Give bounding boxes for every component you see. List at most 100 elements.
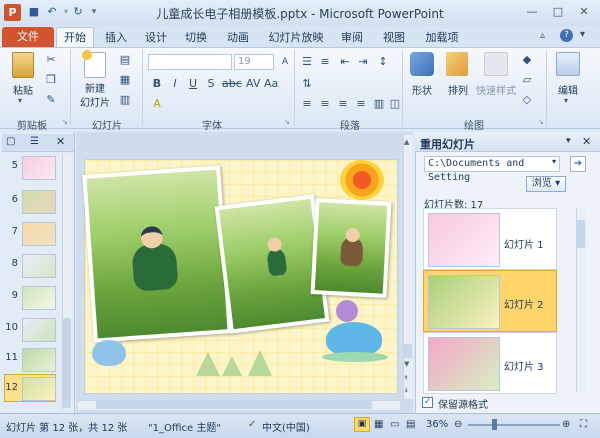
minimize-button[interactable]: —	[520, 3, 544, 21]
columns-icon[interactable]: ▥	[372, 98, 386, 110]
slideshow-view-icon[interactable]: ▤	[406, 419, 415, 430]
editing-dropdown-icon[interactable]: ▾	[564, 96, 568, 105]
fit-to-window-icon[interactable]: ⛶	[580, 419, 587, 430]
char-spacing-icon[interactable]: AV	[246, 78, 260, 90]
reuse-scroll-thumb[interactable]	[577, 220, 585, 248]
slide-thumbnail[interactable]	[22, 318, 56, 342]
paste-button[interactable]: 粘贴	[6, 82, 40, 97]
thumbs-scroll-thumb[interactable]	[63, 318, 71, 408]
paste-dropdown-icon[interactable]: ▾	[18, 96, 22, 105]
tab-home[interactable]: 开始	[56, 27, 94, 47]
format-painter-icon[interactable]: ✎	[44, 94, 58, 106]
zoom-slider[interactable]	[468, 424, 560, 426]
normal-view-icon[interactable]: ▣	[354, 417, 370, 432]
slide-thumbnail[interactable]	[22, 190, 56, 214]
slides-tab-icon[interactable]: ▢	[6, 136, 15, 147]
strikethrough-icon[interactable]: abc	[222, 78, 242, 90]
outline-tab-icon[interactable]: ☰	[30, 136, 39, 147]
text-direction-icon[interactable]: ⇅	[300, 78, 314, 90]
reading-view-icon[interactable]: ▭	[390, 419, 399, 430]
shape-fill-icon[interactable]: ◆	[520, 54, 534, 66]
arrange-icon[interactable]	[446, 52, 468, 76]
shapes-button[interactable]: 形状	[406, 82, 438, 97]
justify-icon[interactable]: ≡	[354, 98, 368, 110]
slide-thumbnail[interactable]	[22, 286, 56, 310]
shape-effects-icon[interactable]: ◇	[520, 94, 534, 106]
tab-slideshow[interactable]: 幻灯片放映	[266, 28, 326, 47]
bullets-icon[interactable]: ☰	[300, 56, 314, 68]
align-right-icon[interactable]: ≡	[336, 98, 350, 110]
copy-icon[interactable]: ❐	[44, 74, 58, 86]
font-launcher-icon[interactable]: ↘	[284, 118, 290, 126]
photo-frame-1[interactable]	[82, 165, 232, 343]
section-icon[interactable]: ▥	[118, 94, 132, 106]
help-icon[interactable]: ?	[560, 29, 573, 42]
zoom-level[interactable]: 36%	[426, 419, 448, 430]
shadow-icon[interactable]: S	[204, 78, 218, 90]
align-center-icon[interactable]: ≡	[318, 98, 332, 110]
spellcheck-icon[interactable]: ✓	[248, 419, 256, 430]
numbering-icon[interactable]: ≡	[318, 56, 332, 68]
layout-icon[interactable]: ▤	[118, 54, 132, 66]
minimize-ribbon-icon[interactable]: ▵	[540, 30, 545, 41]
cut-icon[interactable]: ✂	[44, 54, 58, 66]
shape-outline-icon[interactable]: ▱	[520, 74, 534, 86]
smartart-icon[interactable]: ◫	[388, 98, 402, 110]
source-path-combo[interactable]: C:\Documents and Setting	[424, 156, 560, 183]
grow-font-icon[interactable]: A	[278, 56, 292, 68]
tab-design[interactable]: 设计	[140, 28, 172, 47]
browse-button[interactable]: 浏览 ▾	[526, 176, 566, 192]
slide-scroll-thumb[interactable]	[404, 344, 412, 358]
quick-styles-button[interactable]: 快速样式	[474, 82, 518, 97]
font-size-combo[interactable]: 19	[234, 54, 274, 70]
previous-slide-icon[interactable]: ⯭	[404, 374, 408, 383]
font-color-icon[interactable]: A	[150, 98, 164, 110]
tab-insert[interactable]: 插入	[100, 28, 132, 47]
underline-icon[interactable]: U	[186, 78, 200, 90]
slide-h-scroll-thumb[interactable]	[96, 401, 372, 409]
drawing-launcher-icon[interactable]: ↘	[538, 118, 544, 126]
pane-options-icon[interactable]: ▾	[566, 136, 571, 146]
ribbon-options-icon[interactable]: ▾	[580, 29, 585, 40]
close-button[interactable]: ✕	[572, 3, 596, 21]
italic-icon[interactable]: I	[168, 78, 182, 90]
zoom-slider-thumb[interactable]	[492, 419, 497, 430]
slide-thumbnail[interactable]	[22, 156, 56, 180]
scroll-up-icon[interactable]: ▲	[404, 138, 409, 146]
decrease-indent-icon[interactable]: ⇤	[338, 56, 352, 68]
slide-thumbnail-selected[interactable]	[22, 377, 56, 401]
path-dropdown-icon[interactable]: ▾	[552, 157, 556, 166]
arrange-button[interactable]: 排列	[442, 82, 474, 97]
slide-thumbnail[interactable]	[22, 222, 56, 246]
keep-format-checkbox[interactable]: ✓	[422, 397, 433, 408]
photo-frame-3[interactable]	[310, 198, 392, 298]
slide-thumbnail[interactable]	[22, 254, 56, 278]
go-arrow-icon[interactable]: ➔	[570, 156, 586, 172]
tab-view[interactable]: 视图	[378, 28, 410, 47]
increase-indent-icon[interactable]: ⇥	[356, 56, 370, 68]
slide-sorter-icon[interactable]: ▦	[374, 419, 383, 430]
tab-addins[interactable]: 加载项	[420, 28, 464, 47]
bold-icon[interactable]: B	[150, 78, 164, 90]
close-pane-icon[interactable]: ✕	[582, 135, 591, 148]
find-icon[interactable]	[556, 52, 580, 76]
shapes-icon[interactable]	[410, 52, 434, 76]
clipboard-launcher-icon[interactable]: ↘	[62, 118, 68, 126]
new-slide-button-line2[interactable]: 幻灯片	[74, 94, 116, 109]
new-slide-button[interactable]: 新建	[78, 80, 112, 95]
editing-button[interactable]: 编辑	[550, 82, 586, 97]
line-spacing-icon[interactable]: ↕	[376, 56, 390, 68]
language-status[interactable]: 中文(中国)	[262, 419, 310, 434]
font-name-combo[interactable]	[148, 54, 232, 70]
next-slide-icon[interactable]: ⯯	[404, 386, 408, 395]
zoom-in-icon[interactable]: ⊕	[562, 419, 570, 430]
align-left-icon[interactable]: ≡	[300, 98, 314, 110]
tab-animations[interactable]: 动画	[222, 28, 254, 47]
tab-transitions[interactable]: 切换	[180, 28, 212, 47]
scroll-down-icon[interactable]: ▼	[404, 360, 409, 368]
zoom-out-icon[interactable]: ⊖	[454, 419, 462, 430]
maximize-button[interactable]: □	[546, 3, 570, 21]
quick-styles-icon[interactable]	[484, 52, 508, 76]
slide-thumbnail[interactable]	[22, 348, 56, 372]
close-panel-icon[interactable]: ✕	[56, 135, 65, 148]
